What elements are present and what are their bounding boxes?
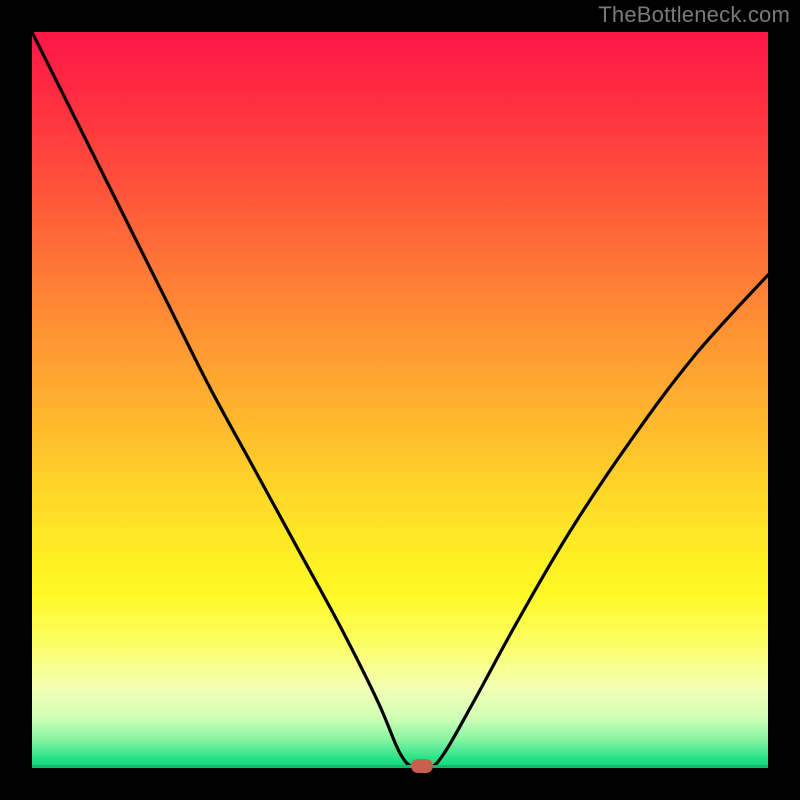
bottleneck-curve (32, 32, 768, 768)
watermark-text: TheBottleneck.com (598, 2, 790, 28)
optimal-point-marker (411, 759, 433, 773)
baseline-stripe (32, 765, 768, 768)
plot-area (32, 32, 768, 768)
curve-svg (32, 32, 768, 768)
chart-frame: TheBottleneck.com (0, 0, 800, 800)
